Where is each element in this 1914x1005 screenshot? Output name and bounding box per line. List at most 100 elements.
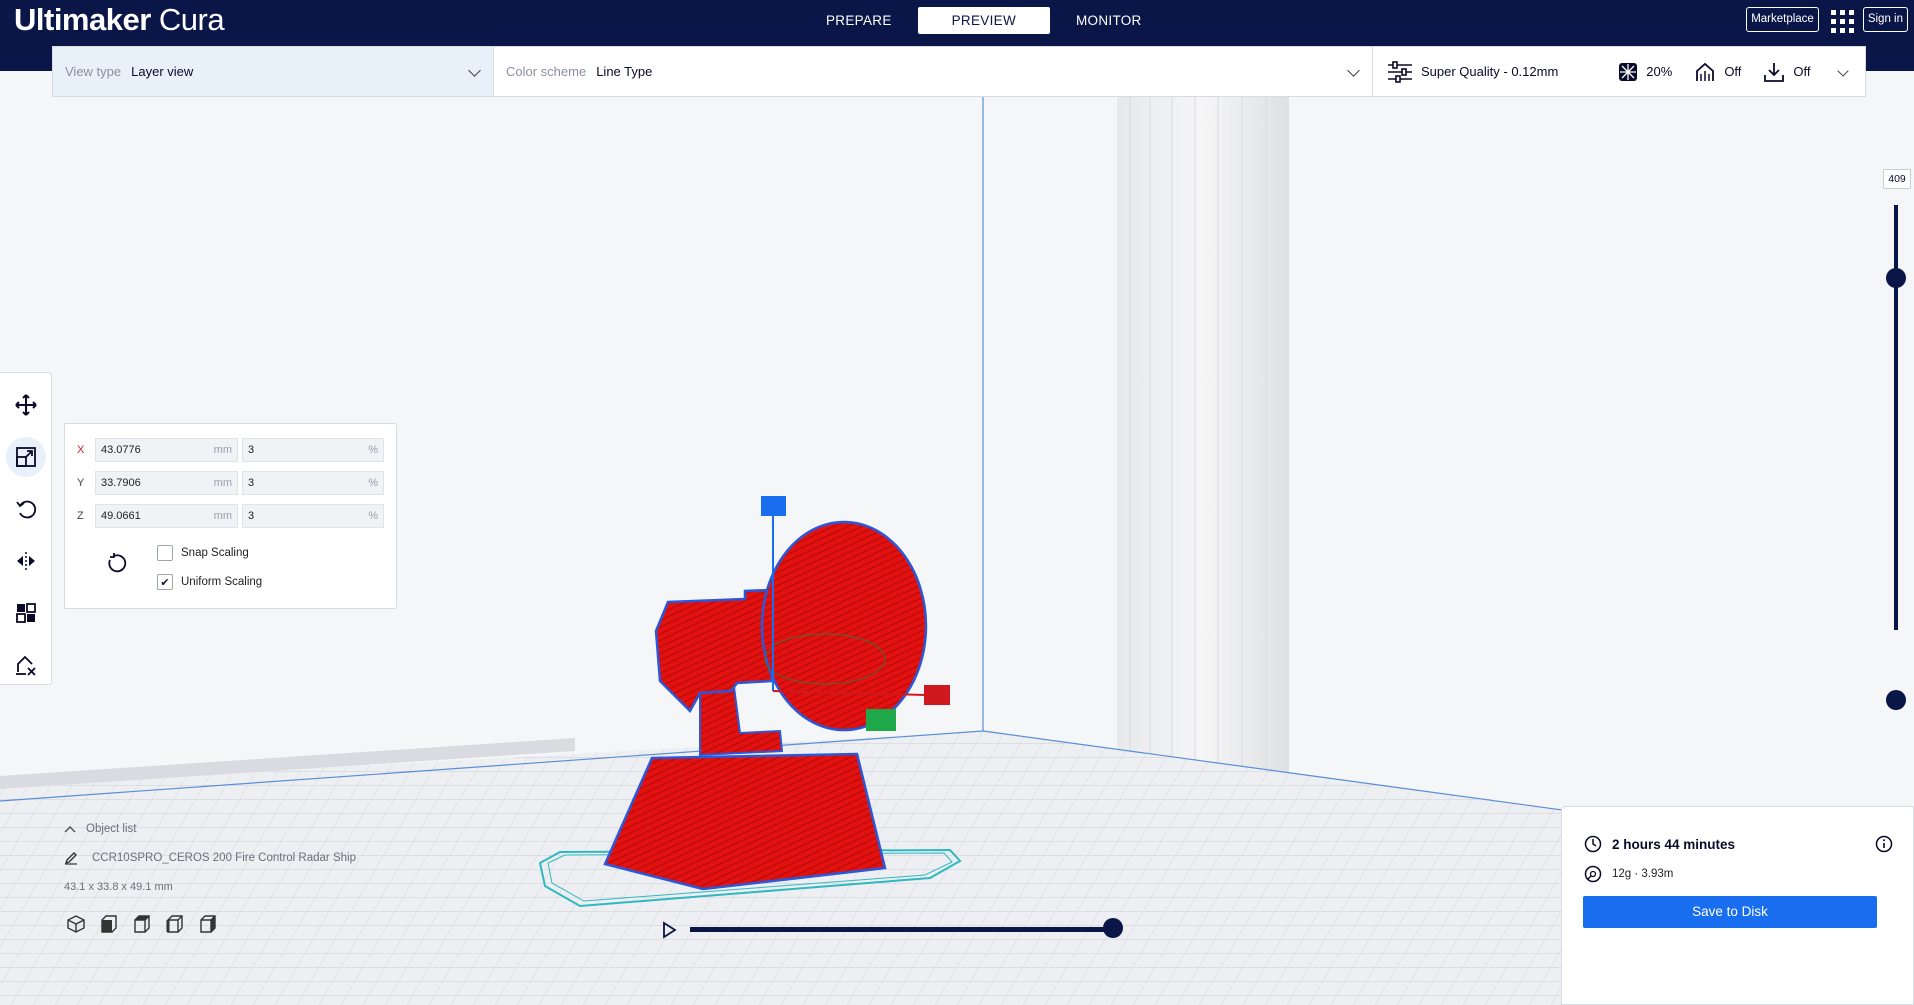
- spool-icon: [1584, 865, 1602, 883]
- path-slider-track[interactable]: [690, 927, 1112, 932]
- profile-item: Super Quality - 0.12mm: [1387, 60, 1559, 83]
- scale-handle-y[interactable]: [866, 709, 896, 731]
- mirror-tool[interactable]: [6, 541, 46, 581]
- view-front-icon[interactable]: [99, 914, 119, 934]
- material-usage: 12g · 3.93m: [1612, 868, 1674, 880]
- color-scheme-value: Line Type: [596, 64, 653, 79]
- view-3d-icon[interactable]: [66, 914, 86, 934]
- app-logo: Ultimaker Cura: [14, 2, 225, 37]
- scale-row-x: X 43.0776 mm 3%: [77, 438, 384, 462]
- marketplace-button[interactable]: Marketplace: [1746, 7, 1819, 32]
- scale-row-z: Z 49.0661 mm 3%: [77, 504, 384, 528]
- scale-handle-z[interactable]: [761, 496, 786, 516]
- view-type-label: View type: [65, 64, 122, 79]
- pencil-icon: [64, 852, 77, 865]
- print-time: 2 hours 44 minutes: [1612, 836, 1736, 852]
- axis-x-label: X: [77, 444, 85, 456]
- per-model-settings-icon: [16, 603, 36, 623]
- per-model-settings-tool[interactable]: [6, 593, 46, 633]
- support-item: Off: [1694, 61, 1741, 83]
- scale-row-y: Y 33.7906 mm 3%: [77, 471, 384, 495]
- snap-scaling-checkbox[interactable]: Snap Scaling: [157, 545, 249, 561]
- view-type-value: Layer view: [131, 64, 194, 79]
- support-value: Off: [1724, 64, 1742, 79]
- object-list-label: Object list: [86, 823, 137, 835]
- object-dimensions: 43.1 x 33.8 x 49.1 mm: [64, 881, 173, 893]
- support-icon: [1696, 62, 1715, 81]
- apps-grid-icon[interactable]: [1829, 8, 1854, 33]
- info-icon[interactable]: [1875, 835, 1893, 853]
- scale-tool[interactable]: [6, 437, 46, 477]
- material-row: 12g · 3.93m: [1584, 865, 1673, 883]
- print-setup-selector[interactable]: Super Quality - 0.12mm 20% Off Off: [1373, 47, 1865, 96]
- view-top-icon[interactable]: [132, 914, 152, 934]
- settings-sliders-icon: [1388, 60, 1412, 83]
- infill-item: 20%: [1618, 62, 1672, 82]
- play-icon[interactable]: [660, 921, 678, 939]
- move-icon: [15, 394, 37, 416]
- checkbox-box: [157, 545, 173, 561]
- header-actions: Marketplace Sign in: [1746, 7, 1908, 33]
- tab-prepare[interactable]: PREPARE: [800, 7, 918, 34]
- sign-in-button[interactable]: Sign in: [1862, 7, 1908, 32]
- scale-z-mm-input[interactable]: 49.0661 mm: [95, 504, 238, 528]
- object-list-toggle[interactable]: Object list: [64, 823, 464, 835]
- checkmark-icon: ✔: [157, 574, 173, 590]
- view-type-dropdown[interactable]: View type Layer view: [53, 47, 494, 96]
- view-left-icon[interactable]: [165, 914, 185, 934]
- reset-scale-button[interactable]: [105, 552, 127, 579]
- scale-x-mm-input[interactable]: 43.0776 mm: [95, 438, 238, 462]
- axis-z-label: Z: [77, 510, 84, 522]
- scale-x-percent-input[interactable]: 3%: [242, 438, 384, 462]
- axis-y-label: Y: [77, 477, 85, 489]
- camera-view-buttons: [66, 914, 218, 934]
- build-volume-column: [1117, 97, 1289, 777]
- profile-label: Super Quality - 0.12mm: [1421, 64, 1559, 79]
- print-summary-panel: 2 hours 44 minutes 12g · 3.93m Save to D…: [1561, 806, 1914, 1005]
- scale-z-percent-input[interactable]: 3%: [242, 504, 384, 528]
- scale-y-mm-input[interactable]: 33.7906 mm: [95, 471, 238, 495]
- view-panel: View type Layer view Color scheme Line T…: [52, 46, 1866, 97]
- reset-icon: [108, 553, 127, 573]
- color-scheme-dropdown[interactable]: Color scheme Line Type: [494, 47, 1373, 96]
- infill-value: 20%: [1646, 64, 1673, 79]
- support-blocker-icon: [16, 655, 36, 676]
- scale-handle-x[interactable]: [924, 685, 950, 705]
- view-right-icon[interactable]: [198, 914, 218, 934]
- color-scheme-label: Color scheme: [506, 64, 587, 79]
- chevron-down-icon: [1347, 64, 1360, 77]
- mirror-icon: [17, 552, 35, 570]
- chevron-up-icon: [64, 825, 76, 833]
- tool-bar: [0, 372, 52, 685]
- snap-scaling-label: Snap Scaling: [181, 547, 249, 559]
- scale-panel: X 43.0776 mm 3% Y 33.7906 mm 3% Z 49.0661 m…: [64, 423, 397, 609]
- layer-slider-bottom-handle[interactable]: [1886, 690, 1906, 710]
- object-name: CCR10SPRO_CEROS 200 Fire Control Radar S…: [92, 852, 356, 864]
- support-blocker-tool[interactable]: [6, 645, 46, 685]
- path-slider-handle[interactable]: [1103, 918, 1123, 938]
- scale-y-percent-input[interactable]: 3%: [242, 471, 384, 495]
- object-list: Object list CCR10SPRO_CEROS 200 Fire Con…: [64, 823, 464, 893]
- print-time-row: 2 hours 44 minutes: [1584, 835, 1735, 853]
- adhesion-item: Off: [1763, 61, 1811, 83]
- uniform-scaling-checkbox[interactable]: ✔ Uniform Scaling: [157, 574, 262, 590]
- layer-slider-top-handle[interactable]: [1886, 268, 1906, 288]
- layer-number-input[interactable]: 409: [1883, 169, 1911, 189]
- tab-monitor[interactable]: MONITOR: [1050, 7, 1168, 34]
- adhesion-value: Off: [1793, 64, 1811, 79]
- infill-icon: [1619, 62, 1638, 81]
- move-tool[interactable]: [6, 385, 46, 425]
- tab-preview[interactable]: PREVIEW: [917, 7, 1050, 34]
- save-to-disk-button[interactable]: Save to Disk: [1583, 896, 1877, 928]
- uniform-scaling-label: Uniform Scaling: [181, 576, 263, 588]
- stage-tabs: PREPARE PREVIEW MONITOR: [800, 7, 1168, 34]
- model-dish: [760, 520, 928, 732]
- chevron-down-icon: [468, 64, 481, 77]
- clock-icon: [1584, 835, 1602, 853]
- object-name-row[interactable]: CCR10SPRO_CEROS 200 Fire Control Radar S…: [64, 851, 464, 865]
- chevron-down-icon: [1837, 65, 1849, 77]
- rotate-icon: [16, 500, 37, 519]
- scale-icon: [16, 447, 36, 467]
- model-base: [603, 752, 887, 891]
- rotate-tool[interactable]: [6, 489, 46, 529]
